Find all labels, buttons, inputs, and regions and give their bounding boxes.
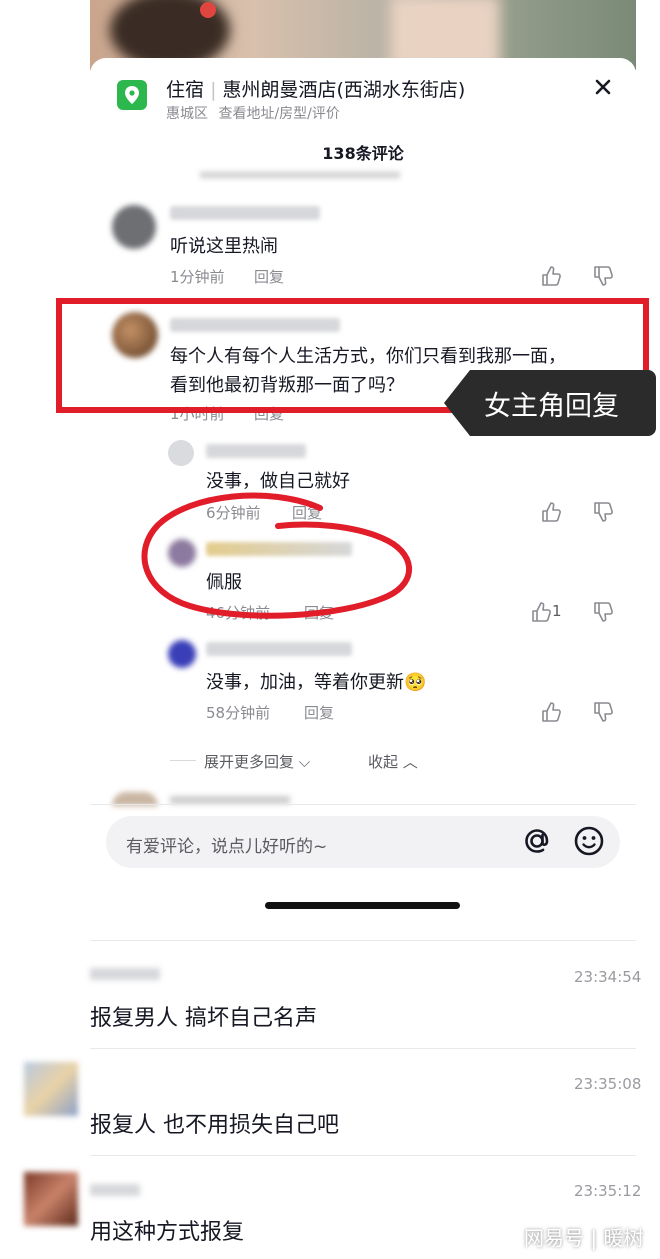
title-separator: | [210,79,217,101]
dislike-icon[interactable] [592,701,614,723]
divider [90,1048,636,1049]
message-text: 报复男人 搞坏自己名声 [90,1006,317,1031]
like-count: 1 [552,602,562,620]
username-blurred [170,206,320,220]
expand-label: 展开更多回复 [204,753,295,771]
divider [90,1155,636,1156]
comment-count: 138条评论 [322,144,404,163]
location-subtitle[interactable]: 惠城区 查看地址/房型/评价 [166,103,340,123]
emoji-icon[interactable] [572,824,606,858]
scrolled-row-fragment [170,796,290,804]
dislike-icon[interactable] [592,601,614,623]
home-indicator [265,902,460,909]
dislike-icon[interactable] [592,265,614,287]
chevron-down-icon: ⌵ [294,753,311,771]
avatar[interactable] [168,440,194,466]
comment-time: 1分钟前 [170,268,225,286]
avatar[interactable] [112,205,156,249]
message-text: 用这种方式报复 [90,1220,245,1245]
chevron-up-icon: ︿ [398,753,418,771]
sender-name-blurred [90,1184,140,1196]
location-pin-icon [117,80,147,110]
watermark: 网易号 | 暖树 [524,1226,644,1250]
input-divider [90,804,636,805]
avatar[interactable] [168,640,196,668]
hotel-name: 惠州朗曼酒店(西湖水东街店) [222,79,466,101]
like-icon[interactable] [540,265,562,287]
close-icon[interactable] [590,74,616,100]
district: 惠城区 [166,106,208,122]
comment-input-placeholder: 有爱评论，说点儿好听的~ [126,837,328,857]
thread-line [170,760,196,761]
at-icon[interactable] [520,824,554,858]
view-details-link[interactable]: 查看地址/房型/评价 [218,106,339,122]
reply-button[interactable]: 回复 [254,266,284,287]
reply-text: 没事，加油，等着你更新🥺 [206,668,426,694]
reply-button[interactable]: 回复 [304,702,334,723]
divider [90,940,636,941]
username-blurred [206,444,306,458]
reply-text-body: 没事，加油，等着你更新 [206,672,404,693]
message-time: 23:35:12 [574,1182,642,1200]
message-time: 23:34:54 [574,968,642,986]
location-title[interactable]: 住宿 | 惠州朗曼酒店(西湖水东街店) [166,75,465,102]
annotation-label: 女主角回复 [484,391,619,422]
like-icon[interactable] [540,501,562,523]
collapse-label: 收起 [368,753,399,771]
like-icon[interactable] [540,701,562,723]
message-time: 23:35:08 [574,1075,642,1093]
expand-more-replies[interactable]: 展开更多回复 ⌵ [204,751,310,772]
avatar[interactable] [24,1172,78,1226]
avatar[interactable] [24,1062,78,1116]
sender-name-blurred [90,968,160,980]
like-icon[interactable] [530,601,552,623]
dislike-icon[interactable] [592,501,614,523]
collapse-replies[interactable]: 收起 ︿ [368,751,418,772]
red-circle-annotation [141,492,412,619]
location-category: 住宿 [166,79,205,101]
username-blurred [206,642,352,656]
pleading-face-icon: 🥺 [404,672,427,693]
reply-time: 58分钟前 [206,704,271,722]
scrolled-row-fragment [200,172,400,178]
message-text: 报复人 也不用损失自己吧 [90,1113,339,1138]
comment-text: 听说这里热闹 [170,236,278,257]
